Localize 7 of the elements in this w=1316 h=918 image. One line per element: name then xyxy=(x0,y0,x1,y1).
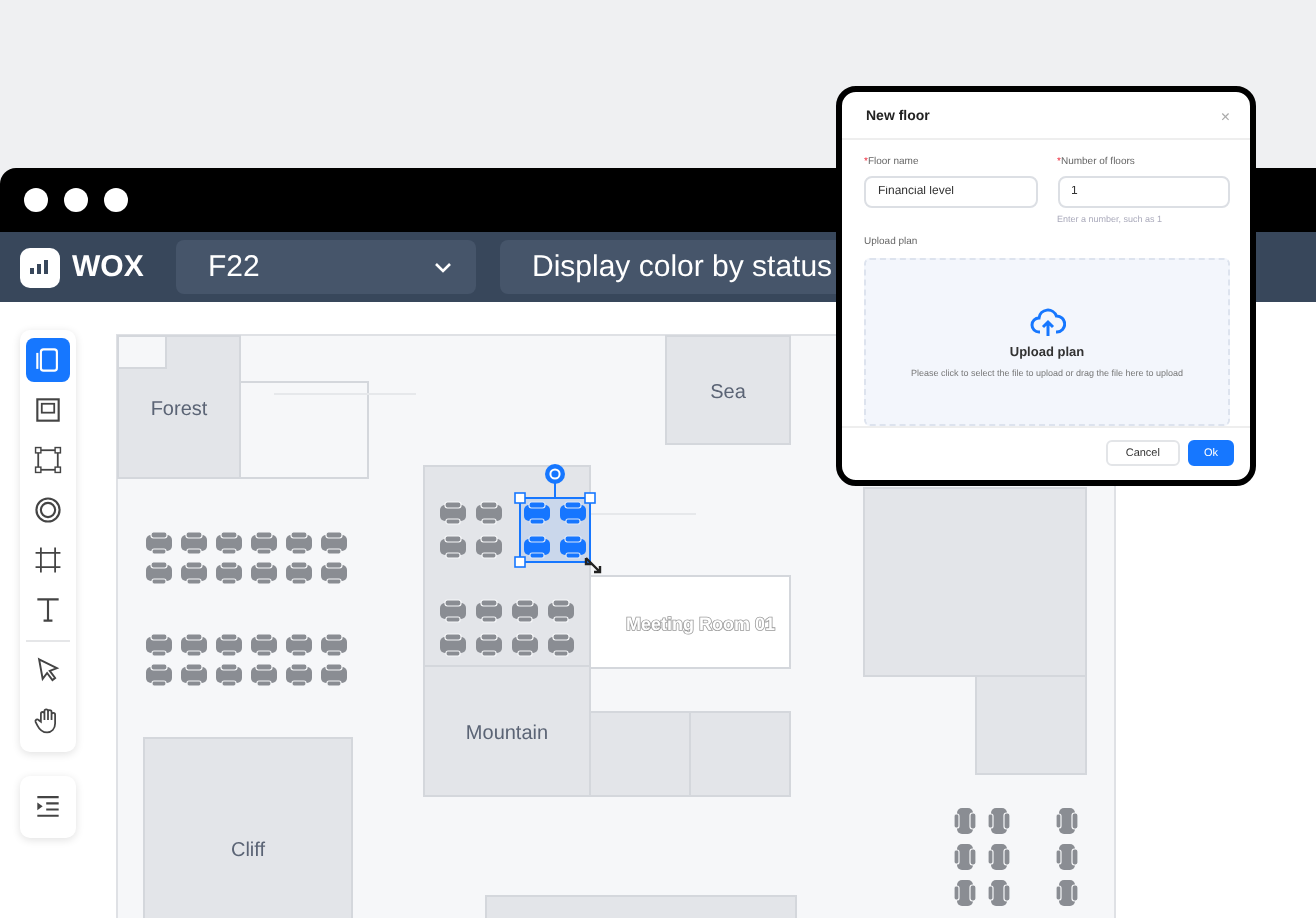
logo-text: WOX xyxy=(72,250,144,284)
room-label: Sea xyxy=(710,382,746,404)
meeting-room-label: Meeting Room 01 xyxy=(626,614,776,634)
room-label: Cliff xyxy=(230,840,266,862)
room-label: Forest xyxy=(150,399,208,421)
floor-dropdown[interactable]: F22 xyxy=(176,240,476,294)
room-label: Mountain xyxy=(465,723,549,745)
